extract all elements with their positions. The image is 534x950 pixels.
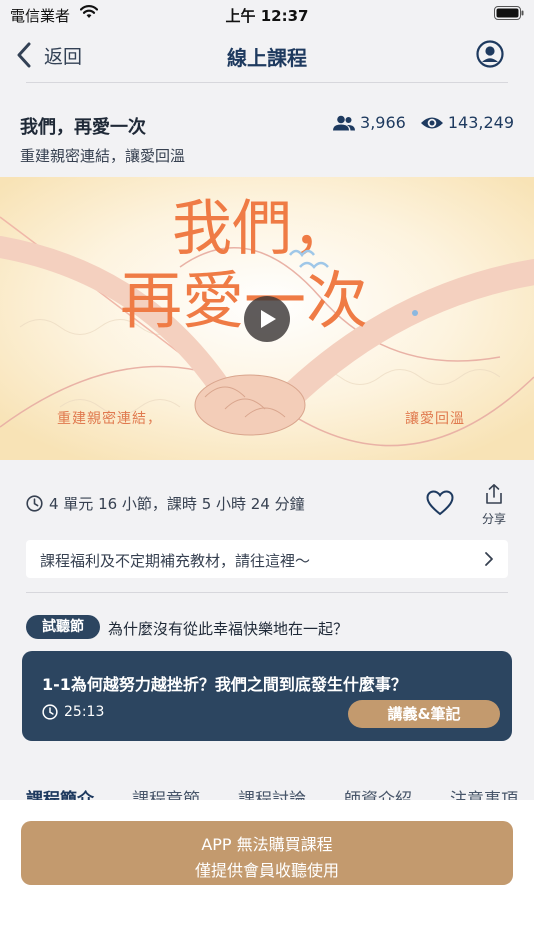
banner-caption-right: 讓愛回溫 (405, 411, 465, 427)
video-banner[interactable]: 我們， 再愛一次 重建親密連結， 讓愛回溫 (0, 177, 534, 460)
svg-text:我們，: 我們， (172, 194, 352, 264)
share-button[interactable]: 分享 (478, 483, 510, 527)
share-icon (486, 484, 502, 504)
course-subtitle: 重建親密連結，讓愛回溫 (20, 147, 186, 165)
user-circle-icon[interactable] (476, 40, 504, 68)
section-divider (26, 592, 508, 593)
eye-icon (420, 117, 443, 128)
status-bar: 電信業者 上午 12:37 (0, 0, 534, 28)
share-label: 分享 (481, 512, 506, 526)
purchase-line1: APP 無法購買課程 (201, 835, 333, 854)
chevron-right-icon (485, 552, 493, 566)
purchase-panel: APP 無法購買課程 僅提供會員收聽使用 (0, 800, 534, 950)
course-duration: 4 單元 16 小節，課時 5 小時 24 分鐘 (26, 493, 305, 514)
purchase-button[interactable]: APP 無法購買課程 僅提供會員收聽使用 (21, 821, 513, 885)
views-count: 143,249 (447, 113, 514, 132)
trial-badge: 試聽節 (26, 615, 100, 639)
svg-text:再愛一次: 再愛一次 (120, 264, 368, 337)
duration-text: 4 單元 16 小節，課時 5 小時 24 分鐘 (49, 495, 305, 513)
benefits-text: 課程福利及不定期補充教材，請往這裡～ (40, 552, 311, 570)
trial-section-title: 為什麼沒有從此幸福快樂地在一起？ (108, 620, 349, 638)
page-title: 線上課程 (227, 46, 307, 70)
clock-icon (26, 495, 43, 512)
lesson-duration: 25:13 (42, 704, 104, 720)
battery-icon (494, 6, 524, 20)
lesson-title: 1-1為何越努力越挫折？我們之間到底發生什麼事？ (42, 675, 407, 694)
trial-lesson-card[interactable]: 1-1為何越努力越挫折？我們之間到底發生什麼事？ 25:13 講義&筆記 (22, 651, 512, 741)
course-stats: 3,966 143,249 (332, 113, 514, 132)
benefits-link[interactable]: 課程福利及不定期補充教材，請往這裡～ (26, 540, 508, 578)
students-count: 3,966 (360, 113, 406, 132)
course-title: 我們，再愛一次 (20, 117, 146, 138)
notes-button[interactable]: 講義&筆記 (348, 700, 500, 728)
banner-caption-left: 重建親密連結， (57, 411, 162, 427)
users-icon (333, 115, 356, 130)
nav-divider (26, 82, 508, 83)
lesson-time-text: 25:13 (64, 704, 105, 720)
play-icon (261, 310, 276, 328)
heart-icon[interactable] (426, 490, 454, 516)
clock-icon (42, 704, 58, 720)
navbar: 返回 線上課程 (0, 30, 534, 82)
play-button[interactable] (244, 296, 290, 342)
status-time: 上午 12:37 (225, 7, 309, 25)
purchase-line2: 僅提供會員收聽使用 (194, 861, 339, 880)
